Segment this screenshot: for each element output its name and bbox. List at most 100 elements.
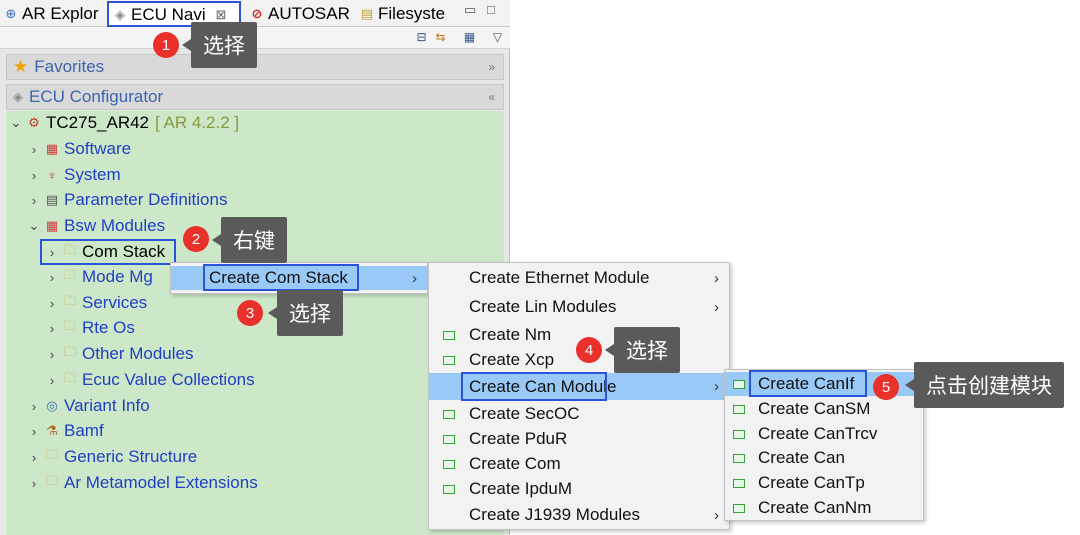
collapse-all-icon[interactable]: ⊟ xyxy=(414,30,429,45)
tree-item-variant-info[interactable]: › ◎ Variant Info xyxy=(28,394,150,418)
bsw-modules-icon: ▦ xyxy=(45,218,59,233)
maximize-icon[interactable]: □ xyxy=(487,2,495,17)
menu-item-create-com[interactable]: Create Com xyxy=(429,452,729,476)
menu-item-create-lin-modules[interactable]: Create Lin Modules › xyxy=(429,295,729,319)
module-icon xyxy=(443,330,455,340)
menu-item-label: Create CanSM xyxy=(758,399,871,418)
chevron-right-icon[interactable]: › xyxy=(46,245,58,260)
system-label: System xyxy=(64,165,121,184)
folder-icon: 🗀 xyxy=(63,267,77,282)
collapse-icon[interactable]: « xyxy=(488,90,495,104)
menu-item-create-cantp[interactable]: Create CanTp xyxy=(725,471,923,495)
ecu-configurator-label: ECU Configurator xyxy=(29,87,164,106)
folder-icon: 🗀 xyxy=(45,473,59,488)
bsw-modules-label: Bsw Modules xyxy=(64,216,166,235)
chevron-right-icon[interactable]: › xyxy=(28,142,40,157)
menu-item-create-ethernet-module[interactable]: Create Ethernet Module › xyxy=(429,266,729,290)
tree-item-bsw-modules[interactable]: ⌄ ▦ Bsw Modules xyxy=(28,214,166,238)
close-tab-icon[interactable]: ⊠ xyxy=(216,7,227,23)
menu-item-create-cansm[interactable]: Create CanSM xyxy=(725,397,923,421)
menu-item-create-pdur[interactable]: Create PduR xyxy=(429,427,729,451)
tab-autosar[interactable]: ⊘ AUTOSAR xyxy=(250,2,350,26)
ecu-configurator-section[interactable]: ◈ ECU Configurator « xyxy=(6,84,504,110)
tree-item-parameter-definitions[interactable]: › ▤ Parameter Definitions xyxy=(28,188,228,212)
ecuc-value-collections-label: Ecuc Value Collections xyxy=(82,370,255,389)
menu-item-create-cantrcv[interactable]: Create CanTrcv xyxy=(725,422,923,446)
menu-item-create-com-stack[interactable]: Create Com Stack › xyxy=(171,266,427,290)
chevron-down-icon[interactable]: ⌄ xyxy=(10,115,22,131)
chevron-right-icon: › xyxy=(714,298,719,316)
chevron-right-icon[interactable]: › xyxy=(28,476,40,491)
menu-item-label: Create CanTp xyxy=(758,473,865,492)
rte-os-label: Rte Os xyxy=(82,318,135,337)
menu-item-create-secoc[interactable]: Create SecOC xyxy=(429,402,729,426)
module-icon xyxy=(733,404,745,414)
menu-item-create-can-module[interactable]: Create Can Module › xyxy=(429,373,729,400)
root-label: TC275_AR42 xyxy=(46,113,150,132)
tree-item-mode-mgmt[interactable]: › 🗀 Mode Mg xyxy=(46,265,153,289)
menu-item-label: Create Can xyxy=(758,448,845,467)
tab-filesystem[interactable]: ▤ Filesyste xyxy=(360,2,445,26)
chevron-right-icon[interactable]: › xyxy=(28,424,40,439)
menu-item-label: Create Ethernet Module xyxy=(469,268,650,287)
autosar-icon: ⊘ xyxy=(251,6,263,21)
module-icon xyxy=(443,434,455,444)
favorites-label: Favorites xyxy=(34,57,105,76)
folder-icon: 🗀 xyxy=(63,318,77,333)
chevron-right-icon[interactable]: › xyxy=(46,296,58,311)
menu-item-create-ipdum[interactable]: Create IpduM xyxy=(429,477,729,501)
chevron-right-icon[interactable]: › xyxy=(28,193,40,208)
tab-ar-explorer[interactable]: ⊕ AR Explor xyxy=(4,2,99,26)
tree-item-software[interactable]: › ▦ Software xyxy=(28,137,131,161)
step-badge-2: 2 xyxy=(183,226,209,252)
tree-item-other-modules[interactable]: › 🗀 Other Modules xyxy=(46,342,194,366)
menu-item-create-cannm[interactable]: Create CanNm xyxy=(725,496,923,520)
ecu-configurator-icon: ◈ xyxy=(13,89,23,104)
chevron-right-icon[interactable]: › xyxy=(28,450,40,465)
module-icon xyxy=(443,355,455,365)
minimize-icon[interactable]: ▭ xyxy=(464,2,476,18)
step-callout-2: 右键 xyxy=(212,217,287,263)
view-menu-icon[interactable]: ▽ xyxy=(490,30,505,45)
other-modules-label: Other Modules xyxy=(82,344,194,363)
tree-item-ecuc-value-collections[interactable]: › 🗀 Ecuc Value Collections xyxy=(46,368,255,392)
module-icon xyxy=(443,484,455,494)
chevron-right-icon: › xyxy=(714,506,719,524)
menu-item-label: Create CanNm xyxy=(758,498,872,517)
tree-item-system[interactable]: › ♆ System xyxy=(28,163,121,187)
module-icon xyxy=(733,379,745,389)
tree-item-services[interactable]: › 🗀 Services xyxy=(46,291,147,315)
variant-info-label: Variant Info xyxy=(64,396,150,415)
chevron-right-icon[interactable]: › xyxy=(28,168,40,183)
tree-item-rte-os[interactable]: › 🗀 Rte Os xyxy=(46,316,135,340)
menu-item-label: Create PduR xyxy=(469,429,568,448)
layout-icon[interactable]: ▦ xyxy=(462,30,477,45)
explorer-icon: ⊕ xyxy=(5,6,17,21)
parameter-definitions-label: Parameter Definitions xyxy=(64,190,228,209)
step-badge-3: 3 xyxy=(237,300,263,326)
tree-item-bamf[interactable]: › ⚗ Bamf xyxy=(28,419,104,443)
tree-item-ar-metamodel-extensions[interactable]: › 🗀 Ar Metamodel Extensions xyxy=(28,471,258,495)
chevron-right-icon[interactable]: › xyxy=(28,399,40,414)
tree-item-generic-structure[interactable]: › 🗀 Generic Structure xyxy=(28,445,197,469)
chevron-right-icon[interactable]: › xyxy=(46,270,58,285)
chevron-right-icon[interactable]: › xyxy=(46,321,58,336)
menu-item-create-can[interactable]: Create Can xyxy=(725,446,923,470)
chevron-down-icon[interactable]: ⌄ xyxy=(28,218,40,234)
step-callout-5: 点击创建模块 xyxy=(905,362,1064,408)
software-icon: ▦ xyxy=(45,141,59,156)
chevron-right-icon[interactable]: › xyxy=(46,373,58,388)
ar-metamodel-extensions-label: Ar Metamodel Extensions xyxy=(64,473,258,492)
tree-item-root[interactable]: ⌄ ⚙ TC275_AR42 [ AR 4.2.2 ] xyxy=(10,111,240,135)
step-callout-4: 选择 xyxy=(605,327,680,373)
menu-item-create-j1939-modules[interactable]: Create J1939 Modules › xyxy=(429,503,729,527)
ecu-navigator-icon: ◈ xyxy=(115,6,125,22)
module-icon xyxy=(443,459,455,469)
filesystem-icon: ▤ xyxy=(360,6,374,21)
link-editor-icon[interactable]: ⇆ xyxy=(433,30,448,45)
expand-icon[interactable]: » xyxy=(488,60,495,74)
tree-item-com-stack[interactable]: › 🗀 Com Stack xyxy=(46,240,165,264)
menu-item-label: Create SecOC xyxy=(469,404,580,423)
chevron-right-icon[interactable]: › xyxy=(46,347,58,362)
menu-item-label: Create Nm xyxy=(469,325,552,344)
